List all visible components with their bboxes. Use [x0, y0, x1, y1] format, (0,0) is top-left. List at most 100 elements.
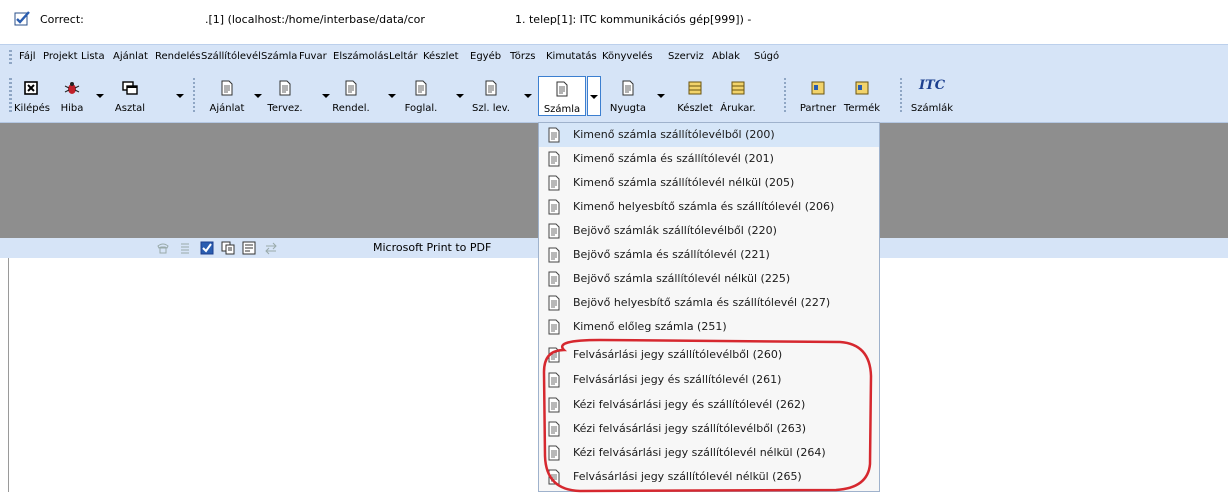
ajanlat-button[interactable]: Ajánlat — [205, 76, 249, 116]
menu-szamla[interactable]: Számla — [261, 51, 297, 62]
szamlak-label: Számlák — [910, 103, 954, 114]
dropdown-item-200[interactable]: Kimenő számla szállítólevélből (200) — [539, 123, 879, 147]
dropdown-item-label: Bejövő helyesbítő számla és szállítólevé… — [573, 296, 831, 309]
preview-icon[interactable] — [242, 241, 256, 255]
toolbar-separator — [193, 78, 195, 114]
kilepes-button[interactable]: Kilépés — [14, 76, 50, 116]
dropdown-item-label: Kimenő helyesbítő számla és szállítólevé… — [573, 200, 835, 213]
checkbox-checked-icon[interactable] — [200, 241, 214, 255]
rendel-label: Rendel. — [332, 103, 370, 114]
szllev-dropdown-arrow[interactable] — [524, 94, 532, 98]
dropdown-item-label: Kimenő számla és szállítólevél (201) — [573, 152, 774, 165]
bug-icon — [64, 82, 80, 94]
hiba-dropdown-arrow[interactable] — [96, 94, 104, 98]
stock-icon — [688, 81, 702, 95]
szamla-label: Számla — [543, 104, 581, 115]
dropdown-item-201[interactable]: Kimenő számla és szállítólevél (201) — [539, 147, 879, 171]
document-icon — [548, 223, 560, 239]
menu-ajanlat[interactable]: Ajánlat — [113, 51, 148, 62]
document-icon — [485, 80, 497, 96]
menu-rendeles[interactable]: Rendelés — [155, 51, 201, 62]
tervez-button[interactable]: Tervez. — [260, 76, 310, 116]
hiba-button[interactable]: Hiba — [55, 76, 89, 116]
app-check-icon — [14, 11, 30, 26]
menu-keszlet[interactable]: Készlet — [423, 51, 459, 62]
dropdown-item-label: Kimenő számla szállítólevélből (200) — [573, 128, 775, 141]
menu-leltar[interactable]: Leltár — [389, 51, 418, 62]
menu-lista[interactable]: Lista — [81, 51, 105, 62]
document-icon — [548, 175, 560, 191]
nyugta-dropdown-arrow[interactable] — [657, 94, 665, 98]
document-icon — [279, 80, 291, 96]
menu-kimutatas[interactable]: Kimutatás — [546, 51, 597, 62]
szllev-label: Szl. lev. — [472, 103, 510, 114]
menu-fajl[interactable]: Fájl — [19, 51, 36, 62]
dropdown-item-label: Kimenő előleg számla (251) — [573, 320, 727, 333]
menu-fuvar[interactable]: Fuvar — [299, 51, 327, 62]
arukar-button[interactable]: Árukar. — [716, 76, 760, 116]
nyugta-button[interactable]: Nyugta — [605, 76, 651, 116]
list-icon[interactable] — [178, 241, 192, 255]
itc-logo-icon: ITC — [918, 78, 946, 93]
asztal-dropdown-arrow[interactable] — [176, 94, 184, 98]
document-icon — [221, 80, 233, 96]
arrows-icon[interactable] — [264, 241, 278, 255]
menu-bar: Fájl Projekt Lista Ajánlat Rendelés Szál… — [0, 44, 1228, 71]
document-icon — [548, 127, 560, 143]
document-icon — [548, 319, 560, 335]
partner-label: Partner — [799, 103, 837, 114]
menu-projekt[interactable]: Projekt — [43, 51, 78, 62]
menu-elszamolas[interactable]: Elszámolás — [333, 51, 389, 62]
foglal-button[interactable]: Foglal. — [396, 76, 446, 116]
title-bar: Correct: .[1] (localhost:/home/interbase… — [0, 0, 1228, 36]
document-icon — [556, 81, 568, 97]
foglal-dropdown-arrow[interactable] — [456, 94, 464, 98]
asztal-button[interactable]: Asztal — [110, 76, 150, 116]
menu-szallitolevel[interactable]: Szállítólevél — [201, 51, 261, 62]
rendel-dropdown-arrow[interactable] — [388, 94, 396, 98]
menu-szerviz[interactable]: Szerviz — [668, 51, 704, 62]
printer-name[interactable]: Microsoft Print to PDF — [373, 241, 491, 254]
dropdown-item-221[interactable]: Bejövő számla és szállítólevél (221) — [539, 243, 879, 267]
szamlak-button[interactable]: ITC Számlák — [910, 76, 954, 116]
partner-button[interactable]: Partner — [796, 76, 840, 116]
dropdown-item-206[interactable]: Kimenő helyesbítő számla és szállítólevé… — [539, 195, 879, 219]
termek-button[interactable]: Termék — [842, 76, 882, 116]
szamla-button[interactable]: Számla — [538, 76, 586, 116]
menu-ablak[interactable]: Ablak — [712, 51, 740, 62]
szllev-button[interactable]: Szl. lev. — [465, 76, 517, 116]
product-icon — [855, 81, 869, 95]
document-icon — [415, 80, 427, 96]
close-box-icon — [24, 81, 38, 95]
window-title-path: .[1] (localhost:/home/interbase/data/cor — [205, 13, 425, 26]
left-border — [8, 258, 9, 492]
window-title-app: Correct: — [40, 13, 84, 26]
windows-icon — [122, 81, 138, 95]
menu-egyeb[interactable]: Egyéb — [470, 51, 501, 62]
document-icon — [345, 80, 357, 96]
menu-sugo[interactable]: Súgó — [754, 51, 779, 62]
rendel-button[interactable]: Rendel. — [326, 76, 376, 116]
document-icon — [548, 247, 560, 263]
dropdown-item-205[interactable]: Kimenő számla szállítólevél nélkül (205) — [539, 171, 879, 195]
toolbar: Kilépés Hiba Asztal Ajánlat Tervez. Rend… — [0, 70, 1228, 123]
product-card-icon — [731, 81, 745, 95]
keszlet-button[interactable]: Készlet — [674, 76, 716, 116]
document-icon — [548, 151, 560, 167]
document-icon — [548, 271, 560, 287]
dropdown-item-225[interactable]: Bejövő számla szállítólevél nélkül (225) — [539, 267, 879, 291]
menu-torzs[interactable]: Törzs — [510, 51, 536, 62]
menubar-grip — [9, 50, 12, 66]
dropdown-item-label: Bejövő számla szállítólevél nélkül (225) — [573, 272, 791, 285]
window-title-site: 1. telep[1]: ITC kommunikációs gép[999])… — [515, 13, 752, 26]
arukar-label: Árukar. — [720, 103, 756, 114]
dropdown-item-227[interactable]: Bejövő helyesbítő számla és szállítólevé… — [539, 291, 879, 315]
phone-icon[interactable] — [156, 241, 170, 255]
document-icon — [622, 80, 634, 96]
highlight-oval — [542, 338, 873, 493]
toolbar-separator — [784, 78, 786, 114]
menu-konyveles[interactable]: Könyvelés — [602, 51, 653, 62]
dropdown-item-220[interactable]: Bejövő számlák szállítólevélből (220) — [539, 219, 879, 243]
szamla-dropdown-toggle[interactable] — [587, 76, 601, 116]
copy-icon[interactable] — [221, 241, 235, 255]
